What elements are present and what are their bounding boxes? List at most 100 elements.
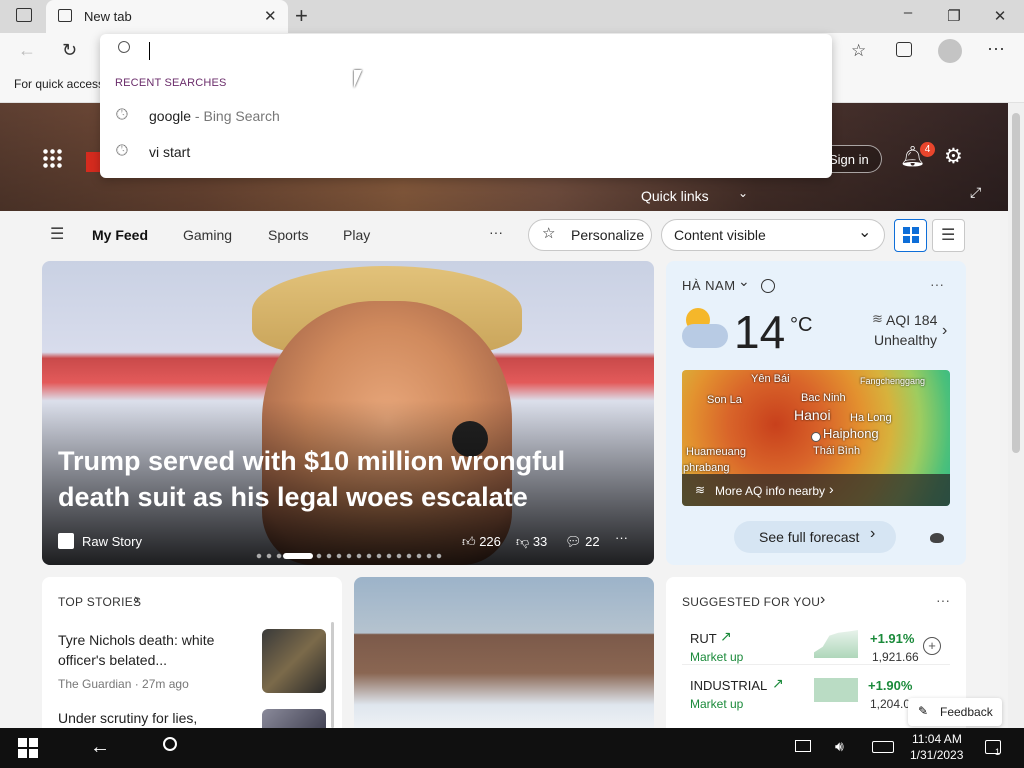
suggestion-vi-start[interactable] <box>100 134 832 170</box>
stock-value: 1,204.0 <box>870 697 911 711</box>
trend-up-icon: ↗ <box>772 675 784 691</box>
keyboard-icon[interactable] <box>872 741 894 753</box>
temperature-unit[interactable]: °C <box>790 314 812 337</box>
comment-count: 22 <box>585 534 600 549</box>
map-label: Son La <box>707 394 742 406</box>
weather-location[interactable]: HÀ NAM <box>682 278 736 293</box>
suggested-title[interactable]: SUGGESTED FOR YOU <box>682 595 820 609</box>
suggestion-text: google - Bing Search <box>149 108 280 124</box>
map-label: phrabang <box>683 462 730 474</box>
content-visibility-select[interactable]: Content visible ⌄ <box>661 219 885 251</box>
dislike-button[interactable]: 👎︎ 33 <box>516 534 547 550</box>
more-tabs-button[interactable]: ··· <box>489 224 503 240</box>
scrollbar[interactable] <box>331 622 334 728</box>
story-thumbnail[interactable] <box>262 629 326 693</box>
partly-cloudy-icon <box>682 308 728 350</box>
expand-icon[interactable]: ⤢ <box>970 184 981 201</box>
close-window-button[interactable]: ✕ <box>990 7 1010 25</box>
globe-icon[interactable] <box>761 279 775 293</box>
windows-start-icon[interactable] <box>18 738 38 758</box>
refresh-icon[interactable]: ↻ <box>62 40 77 61</box>
chevron-right-icon[interactable]: › <box>820 591 825 609</box>
weather-more-icon[interactable]: ··· <box>930 276 944 292</box>
tab-sports[interactable]: Sports <box>268 227 308 243</box>
comment-button[interactable]: 💬︎ 22 <box>565 534 600 550</box>
chevron-down-icon[interactable]: ⌄ <box>738 273 750 290</box>
dislike-count: 33 <box>532 534 548 549</box>
new-tab-button[interactable]: + <box>295 3 308 29</box>
feedback-label: Feedback <box>940 705 993 719</box>
story-headline[interactable]: Under scrutiny for lies, <box>58 710 197 726</box>
full-forecast-button[interactable]: See full forecast › <box>734 521 896 553</box>
back-icon[interactable]: ← <box>18 40 36 61</box>
apps-launcher-icon[interactable] <box>42 148 62 168</box>
page-settings-icon[interactable]: ⚙ <box>944 144 963 169</box>
notification-badge: 4 <box>920 142 935 157</box>
clock-date[interactable]: 1/31/2023 <box>910 748 963 762</box>
add-stock-button[interactable]: + <box>923 637 941 655</box>
top-stories-title[interactable]: TOP STORIES <box>58 595 141 609</box>
main-story-headline[interactable]: Trump served with $10 million wrongful d… <box>58 443 618 515</box>
tab-gaming[interactable]: Gaming <box>183 227 232 243</box>
action-center-badge: 1 <box>995 747 1001 757</box>
weather-toggle-icon[interactable] <box>930 533 944 543</box>
chevron-right-icon[interactable]: › <box>134 591 139 609</box>
personalize-button[interactable]: ☆ Personalize <box>528 219 652 251</box>
settings-more-icon[interactable]: ··· <box>987 38 1005 59</box>
close-tab-icon[interactable]: ✕ <box>264 7 277 25</box>
minimize-button[interactable]: – <box>898 4 918 21</box>
story-source[interactable]: Raw Story <box>82 534 142 549</box>
collections-icon[interactable] <box>896 42 912 57</box>
stock-change: +1.91% <box>870 631 915 646</box>
quick-links-toggle[interactable]: Quick links <box>641 188 709 204</box>
taskbar <box>0 728 1024 768</box>
search-icon[interactable] <box>163 737 177 751</box>
aqi-status[interactable]: Unhealthy <box>874 332 937 348</box>
back-arrow-icon[interactable]: ← <box>90 736 110 759</box>
full-forecast-label: See full forecast <box>759 529 860 545</box>
grid-layout-button[interactable] <box>894 219 927 252</box>
list-layout-button[interactable]: ☰ <box>932 219 965 252</box>
snow-street-card[interactable] <box>354 577 654 737</box>
favorites-bar-hint: For quick access <box>14 77 105 91</box>
tab-my-feed[interactable]: My Feed <box>92 227 148 243</box>
chevron-right-icon[interactable]: › <box>942 322 947 340</box>
sign-in-label: Sign in <box>829 152 869 167</box>
aqi-value[interactable]: AQI 184 <box>886 312 937 328</box>
temperature-value: 14 <box>734 306 786 358</box>
grid-icon <box>903 227 919 243</box>
content-visible-label: Content visible <box>674 227 766 243</box>
map-label: Bac Ninh <box>801 392 846 404</box>
map-label: Thái Bình <box>813 445 861 457</box>
chevron-down-icon[interactable]: ⌄ <box>738 186 748 200</box>
location-dot-icon <box>811 432 821 442</box>
mouse-cursor-icon <box>354 70 362 88</box>
suggested-more-icon[interactable]: ··· <box>936 592 950 608</box>
list-icon: ☰ <box>941 227 956 244</box>
stock-status: Market up <box>690 697 744 711</box>
tab-play[interactable]: Play <box>343 227 370 243</box>
volume-icon[interactable]: 🔊︎ <box>835 738 844 755</box>
tab-new-tab[interactable] <box>46 0 288 33</box>
story-headline[interactable]: Tyre Nichols death: white officer's bela… <box>58 630 248 670</box>
story-thumbnail[interactable] <box>262 709 326 728</box>
page-scrollbar[interactable] <box>1008 103 1024 728</box>
story-meta: The Guardian · 27m ago <box>58 677 189 691</box>
story-more-icon[interactable]: ··· <box>615 530 628 545</box>
tab-actions-icon[interactable] <box>16 8 32 22</box>
map-label: Fangchenggang <box>860 376 926 386</box>
profile-avatar[interactable] <box>938 39 962 63</box>
recent-searches-label: RECENT SEARCHES <box>115 77 227 89</box>
like-count: 226 <box>479 534 501 549</box>
hamburger-menu-icon[interactable]: ☰ <box>50 224 64 244</box>
feedback-button[interactable]: ✎ Feedback <box>908 698 1002 726</box>
favorites-icon[interactable]: ☆ <box>851 41 866 61</box>
like-button[interactable]: 👍︎ 226 <box>462 534 501 550</box>
address-input[interactable] <box>149 42 150 60</box>
stock-symbol: INDUSTRIAL <box>690 678 768 693</box>
network-icon[interactable] <box>795 740 811 752</box>
clock-time[interactable]: 11:04 AM <box>912 732 962 746</box>
tab-label: New tab <box>84 9 132 24</box>
restore-button[interactable]: ❐ <box>944 7 964 25</box>
more-aq-link[interactable]: More AQ info nearby <box>715 484 825 498</box>
